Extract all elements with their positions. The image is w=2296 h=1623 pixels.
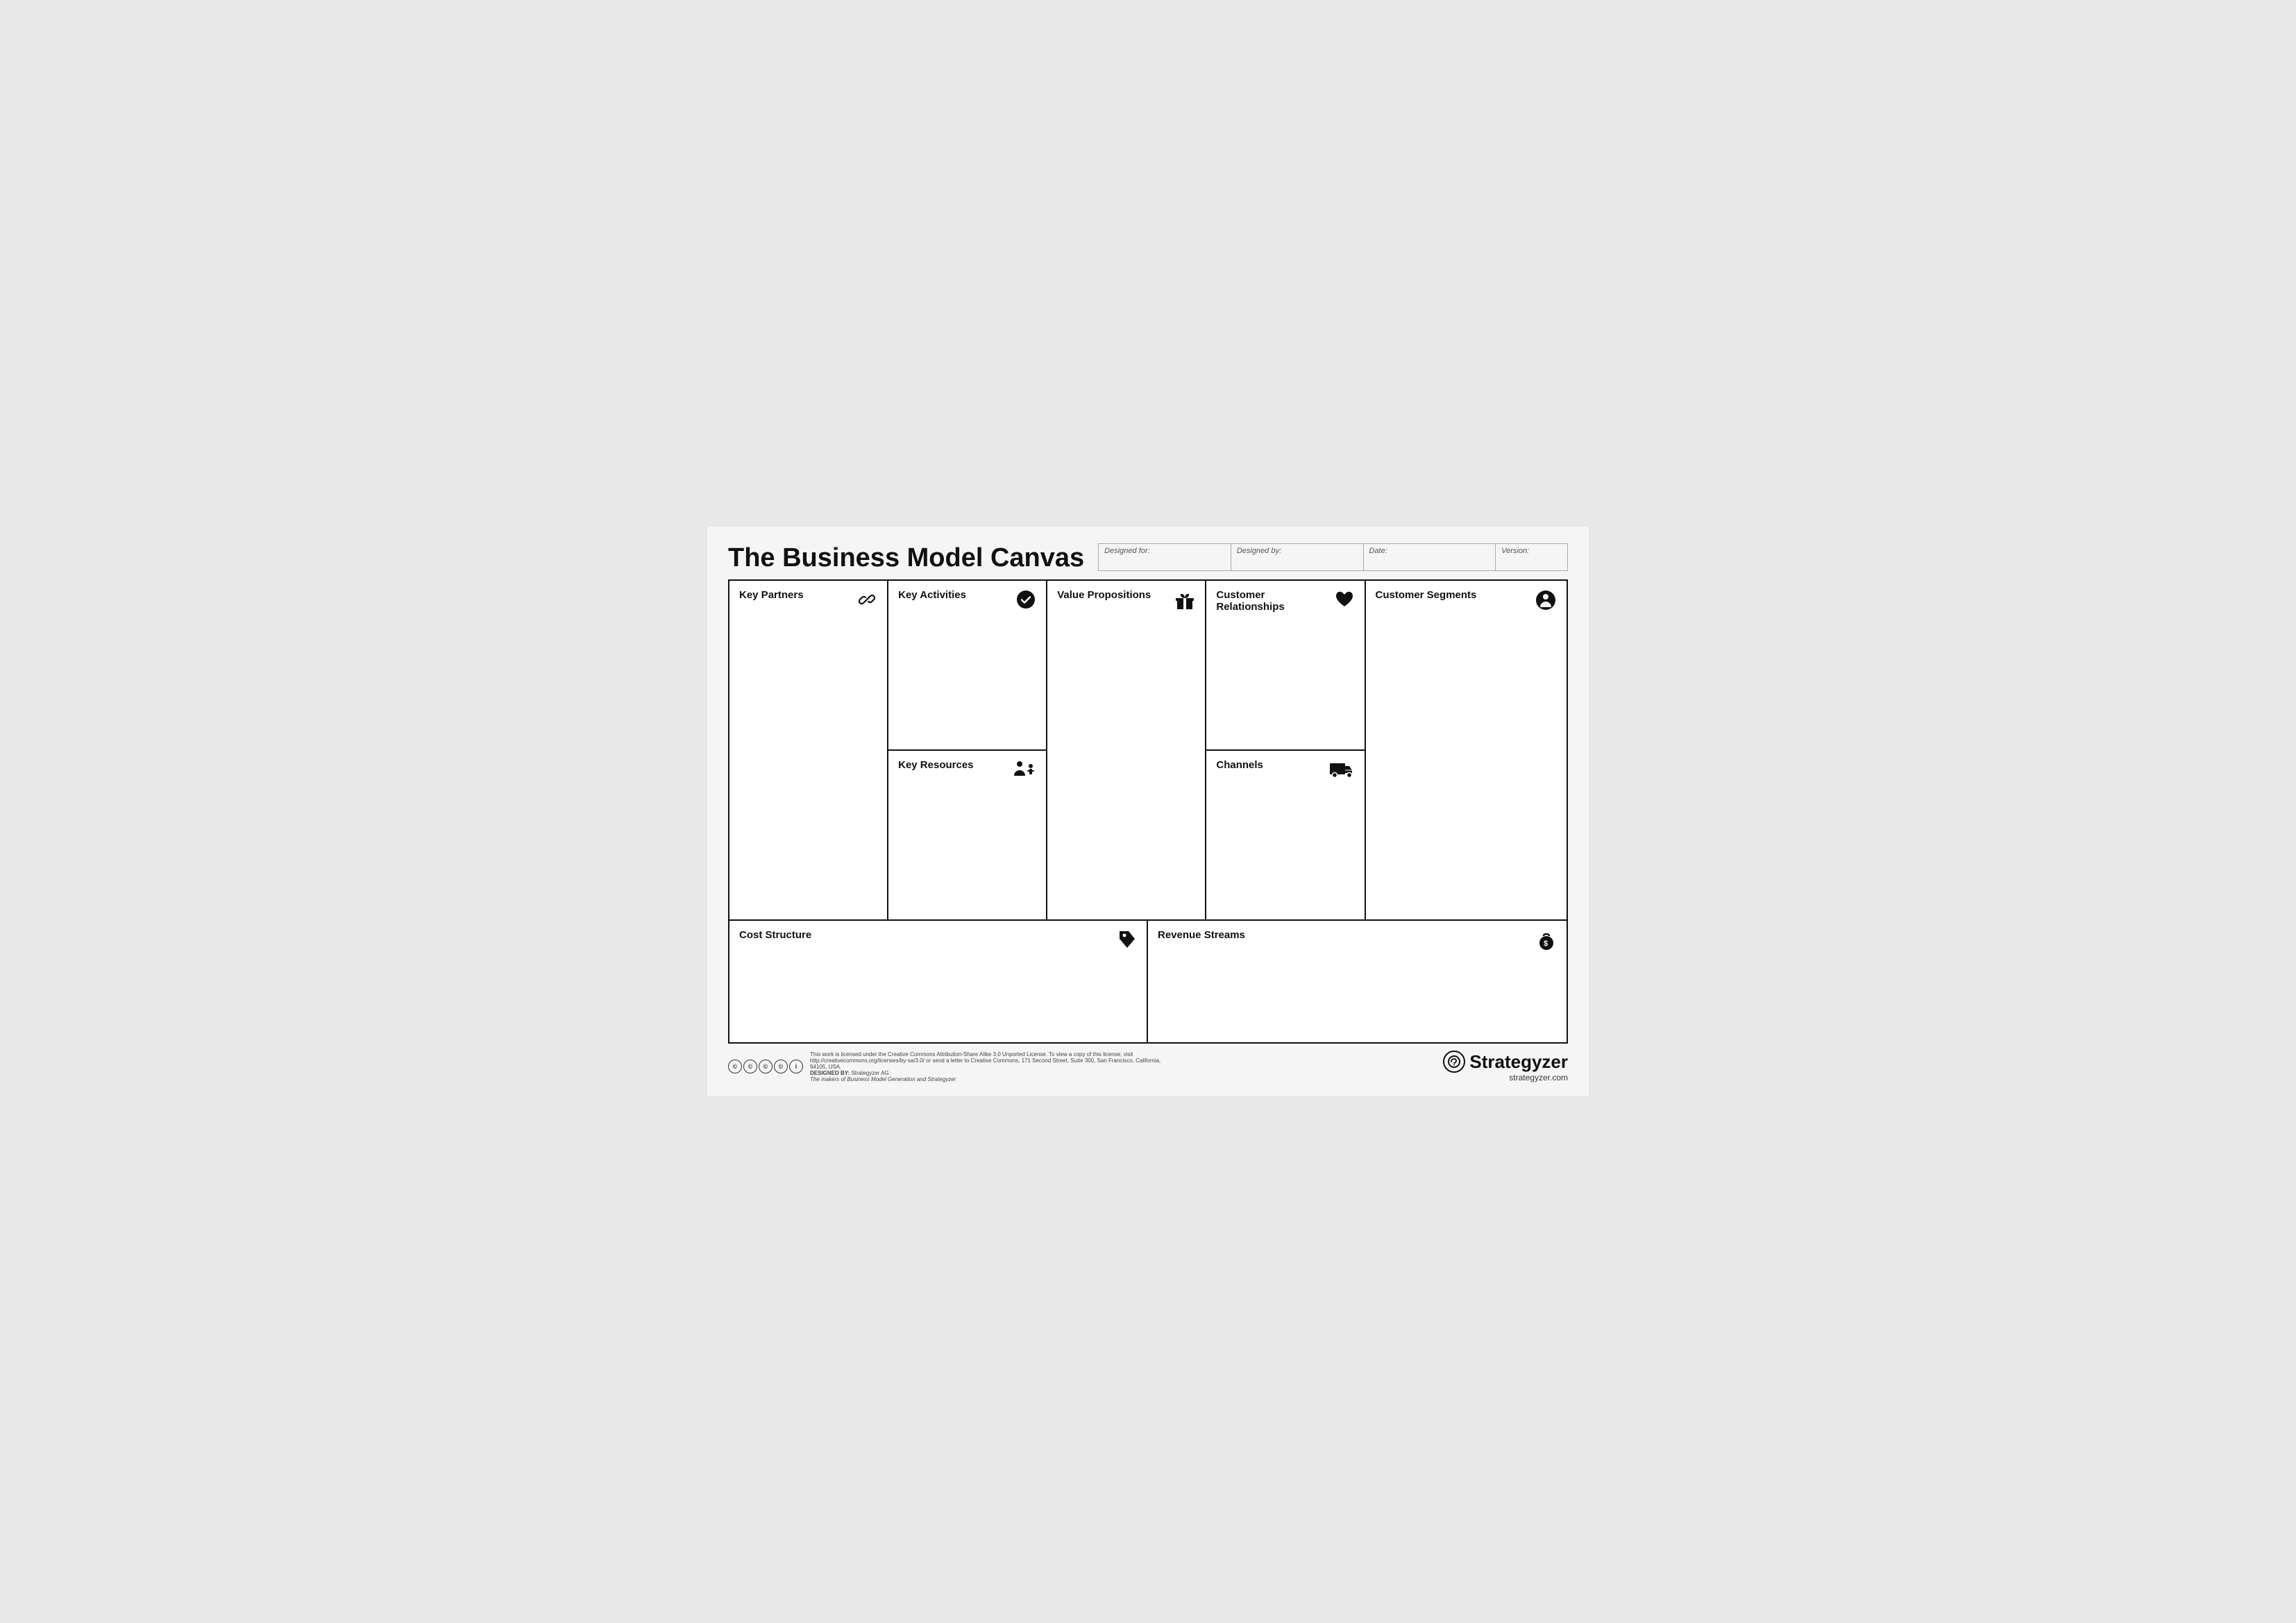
value-propositions-icon: [1174, 589, 1195, 614]
strategyzer-logo-icon: [1443, 1051, 1465, 1073]
footer-license-text: This work is licensed under the Creative…: [810, 1051, 1171, 1082]
footer: © © © © i This work is licensed under th…: [728, 1051, 1568, 1082]
key-activities-cell: Key Activities: [888, 581, 1046, 749]
key-partners-cell: Key Partners: [729, 581, 887, 919]
customer-segments-cell: Customer Segments: [1366, 581, 1567, 919]
channels-text: Channels: [1216, 759, 1263, 771]
customer-segments-icon: [1535, 589, 1557, 614]
activities-resources-column: Key Activities Key: [888, 581, 1047, 919]
value-propositions-cell: Value Propositions: [1047, 581, 1205, 919]
cost-structure-label-row: Cost Structure: [739, 929, 1137, 954]
channels-label-row: Channels: [1216, 759, 1354, 781]
cc-icon-2: ©: [743, 1060, 757, 1073]
key-resources-cell: Key Resources: [888, 751, 1046, 919]
key-activities-icon: [1015, 589, 1036, 613]
key-activities-section: Key Activities: [888, 581, 1046, 751]
channels-section: Channels: [1206, 751, 1364, 919]
canvas-top-row: Key Partners: [729, 581, 1567, 921]
brand-name: Strategyzer: [1469, 1051, 1568, 1073]
revenue-streams-cell: Revenue Streams $: [1148, 921, 1567, 1042]
tagline: The makers of Business Model Generation …: [810, 1076, 956, 1082]
business-model-canvas: Key Partners: [728, 579, 1568, 1044]
key-resources-label-row: Key Resources: [898, 759, 1036, 781]
cost-structure-column: Cost Structure: [729, 921, 1148, 1042]
header: The Business Model Canvas Designed for: …: [728, 543, 1568, 571]
cost-structure-text: Cost Structure: [739, 929, 811, 941]
page-title: The Business Model Canvas: [728, 545, 1084, 571]
customer-segments-column: Customer Segments: [1366, 581, 1567, 919]
designed-for-field[interactable]: Designed for:: [1099, 544, 1231, 570]
date-field[interactable]: Date:: [1364, 544, 1496, 570]
footer-left: © © © © i This work is licensed under th…: [728, 1051, 1171, 1082]
key-partners-text: Key Partners: [739, 589, 804, 601]
date-label: Date:: [1369, 547, 1490, 555]
customer-relationships-icon: [1334, 589, 1355, 611]
key-partners-icon: [856, 589, 877, 613]
designed-by-label: DESIGNED BY:: [810, 1070, 850, 1076]
cr-channels-column: Customer Relationships Channels: [1206, 581, 1365, 919]
customer-relationships-cell: Customer Relationships: [1206, 581, 1364, 749]
key-activities-label-row: Key Activities: [898, 589, 1036, 613]
svg-text:$: $: [1544, 940, 1548, 948]
revenue-streams-label-row: Revenue Streams $: [1158, 929, 1557, 954]
cc-icons: © © © © i: [728, 1060, 803, 1073]
customer-segments-label-row: Customer Segments: [1376, 589, 1558, 614]
key-activities-text: Key Activities: [898, 589, 966, 601]
footer-right: Strategyzer strategyzer.com: [1443, 1051, 1568, 1082]
canvas-bottom-row: Cost Structure Reve: [729, 921, 1567, 1042]
value-propositions-text: Value Propositions: [1057, 589, 1151, 601]
cc-icon-1: ©: [728, 1060, 742, 1073]
designed-for-label: Designed for:: [1104, 547, 1225, 555]
key-resources-text: Key Resources: [898, 759, 973, 771]
customer-relationships-section: Customer Relationships: [1206, 581, 1364, 751]
value-propositions-column: Value Propositions: [1047, 581, 1206, 919]
revenue-streams-text: Revenue Streams: [1158, 929, 1245, 941]
cost-structure-icon: [1117, 929, 1137, 954]
customer-relationships-text: Customer Relationships: [1216, 589, 1333, 613]
strategyzer-logo: Strategyzer: [1443, 1051, 1568, 1073]
designed-by-label: Designed by:: [1237, 547, 1358, 555]
cc-icon-5: i: [789, 1060, 803, 1073]
cc-icon-4: ©: [774, 1060, 788, 1073]
page: The Business Model Canvas Designed for: …: [707, 527, 1589, 1096]
key-resources-section: Key Resources: [888, 751, 1046, 919]
key-resources-icon: [1013, 759, 1036, 781]
header-fields: Designed for: Designed by: Date: Version…: [1098, 543, 1568, 571]
channels-cell: Channels: [1206, 751, 1364, 919]
company-name: Strategyzer AG: [851, 1070, 888, 1076]
version-label: Version:: [1501, 547, 1562, 555]
customer-relationships-label-row: Customer Relationships: [1216, 589, 1354, 613]
version-field[interactable]: Version:: [1496, 544, 1567, 570]
key-partners-column: Key Partners: [729, 581, 888, 919]
value-propositions-label-row: Value Propositions: [1057, 589, 1195, 614]
customer-segments-text: Customer Segments: [1376, 589, 1477, 601]
revenue-streams-column: Revenue Streams $: [1148, 921, 1567, 1042]
key-partners-label-row: Key Partners: [739, 589, 877, 613]
cost-structure-cell: Cost Structure: [729, 921, 1147, 1042]
channels-icon: [1328, 759, 1355, 781]
revenue-streams-icon: $: [1536, 929, 1557, 954]
designed-by-field[interactable]: Designed by:: [1231, 544, 1364, 570]
brand-url: strategyzer.com: [1443, 1073, 1568, 1082]
cc-icon-3: ©: [759, 1060, 773, 1073]
